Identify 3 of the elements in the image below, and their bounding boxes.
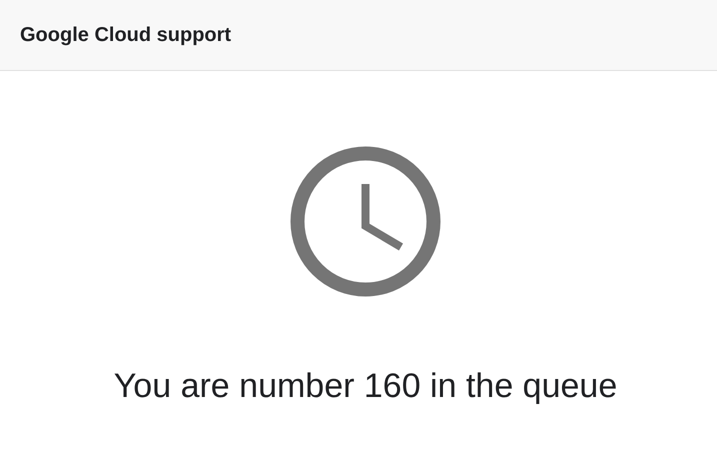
clock-icon: [290, 146, 441, 297]
page-title: Google Cloud support: [20, 23, 232, 48]
queue-message: You are number 160 in the queue: [114, 366, 618, 407]
